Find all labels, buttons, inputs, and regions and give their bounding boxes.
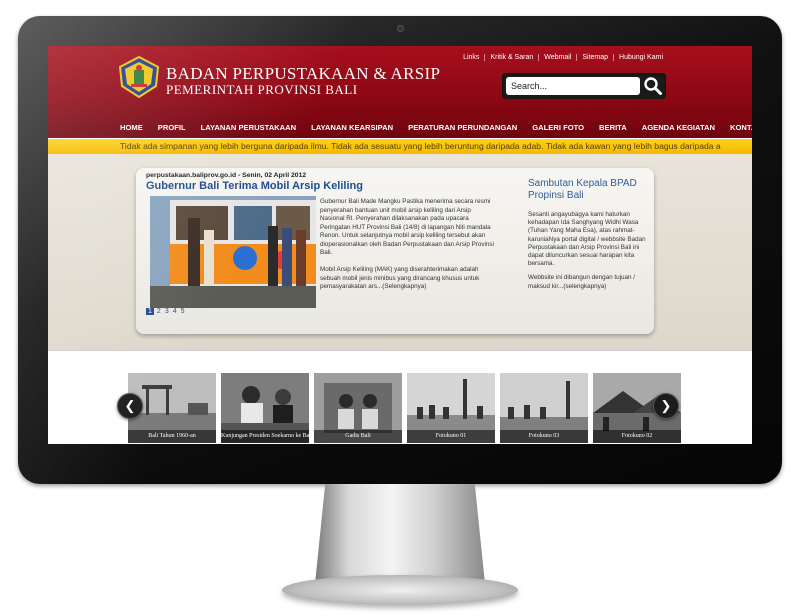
top-links: Links Kritik & Saran Webmail Sitemap Hub… bbox=[458, 54, 668, 61]
news-source-date: perpustakaan.baliprov.go.id - Senin, 02 … bbox=[146, 172, 307, 179]
bali-crest-logo bbox=[118, 56, 160, 98]
nav-layanan-kearsipan[interactable]: LAYANAN KEARSIPAN bbox=[311, 123, 393, 132]
gallery-caption: Bali Tahun 1960-an bbox=[128, 430, 216, 443]
nav-agenda-kegiatan[interactable]: AGENDA KEGIATAN bbox=[642, 123, 715, 132]
top-link-kritik-saran[interactable]: Kritik & Saran bbox=[484, 54, 538, 61]
pager-page-4[interactable]: 4 bbox=[172, 308, 178, 315]
site-subtitle: PEMERINTAH PROVINSI BALI bbox=[166, 82, 358, 97]
nav-kontak-kami[interactable]: KONTAK KAMI bbox=[730, 123, 752, 132]
top-link-webmail[interactable]: Webmail bbox=[538, 54, 576, 61]
chevron-right-icon: ❯ bbox=[660, 398, 672, 413]
site-header: BADAN PERPUSTAKAAN & ARSIP PEMERINTAH PR… bbox=[48, 46, 752, 138]
nav-galeri-foto[interactable]: GALERI FOTO bbox=[532, 123, 584, 132]
news-pager: 1 2 3 4 5 bbox=[146, 308, 186, 315]
gallery-caption: Kunjungan Presiden Soekarno ke Bali bbox=[221, 430, 309, 443]
gallery-thumb[interactable]: Kunjungan Presiden Soekarno ke Bali bbox=[221, 373, 309, 443]
nav-profil[interactable]: PROFIL bbox=[158, 123, 186, 132]
main-nav: HOME PROFIL LAYANAN PERUSTAKAAN LAYANAN … bbox=[48, 118, 752, 140]
top-link-sitemap[interactable]: Sitemap bbox=[576, 54, 613, 61]
welcome-paragraph-1: Sesanti angayubagya kami haturkan kehada… bbox=[528, 211, 646, 268]
gallery-thumb[interactable]: Gadis Bali bbox=[314, 373, 402, 443]
welcome-heading[interactable]: Sambutan Kepala BPAD Propinsi Bali bbox=[528, 178, 644, 202]
nav-peraturan-perundangan[interactable]: PERATURAN PERUNDANGAN bbox=[408, 123, 517, 132]
welcome-body: Sesanti angayubagya kami haturkan kehada… bbox=[528, 211, 648, 297]
top-link-hubungi-kami[interactable]: Hubungi Kami bbox=[613, 54, 668, 61]
news-photo bbox=[150, 196, 316, 308]
search-input[interactable] bbox=[506, 77, 640, 95]
gallery-caption: Fotokuno 03 bbox=[500, 430, 588, 443]
pager-page-3[interactable]: 3 bbox=[164, 308, 170, 315]
website-screen: BADAN PERPUSTAKAAN & ARSIP PEMERINTAH PR… bbox=[48, 46, 752, 444]
pager-page-5[interactable]: 5 bbox=[180, 308, 186, 315]
webcam-icon bbox=[397, 25, 404, 32]
nav-berita[interactable]: BERITA bbox=[599, 123, 627, 132]
monitor-stand bbox=[315, 484, 485, 584]
photo-gallery: Bali Tahun 1960-an Kunjungan Presiden So… bbox=[48, 350, 752, 444]
nav-layanan-perustakaan[interactable]: LAYANAN PERUSTAKAAN bbox=[201, 123, 297, 132]
gallery-caption: Fotokuno 02 bbox=[593, 430, 681, 443]
gallery-next-button[interactable]: ❯ bbox=[653, 393, 679, 419]
news-paragraph-1: Gubernur Bali Made Mangku Pastika meneri… bbox=[320, 198, 494, 256]
chevron-left-icon: ❮ bbox=[124, 398, 136, 413]
news-paragraph-2[interactable]: Mobil Arsip Keliling (MAK) yang diseraht… bbox=[320, 266, 496, 292]
news-panel: perpustakaan.baliprov.go.id - Senin, 02 … bbox=[136, 168, 654, 334]
gallery-thumb[interactable]: Fotokuno 03 bbox=[500, 373, 588, 443]
monitor-base bbox=[282, 575, 518, 605]
news-headline[interactable]: Gubernur Bali Terima Mobil Arsip Kelilin… bbox=[146, 180, 363, 192]
gallery-caption: Fotokuno 01 bbox=[407, 430, 495, 443]
pager-page-2[interactable]: 2 bbox=[156, 308, 162, 315]
search-icon[interactable] bbox=[642, 75, 664, 97]
quote-ticker: Tidak ada simpanan yang lebih berguna da… bbox=[48, 139, 752, 154]
welcome-paragraph-2[interactable]: Webbsite ini dibangun dengan tujuan / ma… bbox=[528, 274, 648, 290]
pager-page-1[interactable]: 1 bbox=[146, 308, 154, 315]
top-link-links[interactable]: Links bbox=[458, 54, 484, 61]
news-body-more: Mobil Arsip Keliling (MAK) yang diseraht… bbox=[320, 266, 496, 292]
feature-area: perpustakaan.baliprov.go.id - Senin, 02 … bbox=[48, 154, 752, 350]
gallery-prev-button[interactable]: ❮ bbox=[117, 393, 143, 419]
nav-home[interactable]: HOME bbox=[120, 123, 143, 132]
gallery-caption: Gadis Bali bbox=[314, 430, 402, 443]
ticker-text: Tidak ada simpanan yang lebih berguna da… bbox=[120, 141, 721, 151]
site-title: BADAN PERPUSTAKAAN & ARSIP bbox=[166, 64, 441, 83]
search-box bbox=[502, 73, 666, 99]
news-body: Gubernur Bali Made Mangku Pastika meneri… bbox=[320, 198, 496, 258]
gallery-thumb[interactable]: Fotokuno 01 bbox=[407, 373, 495, 443]
